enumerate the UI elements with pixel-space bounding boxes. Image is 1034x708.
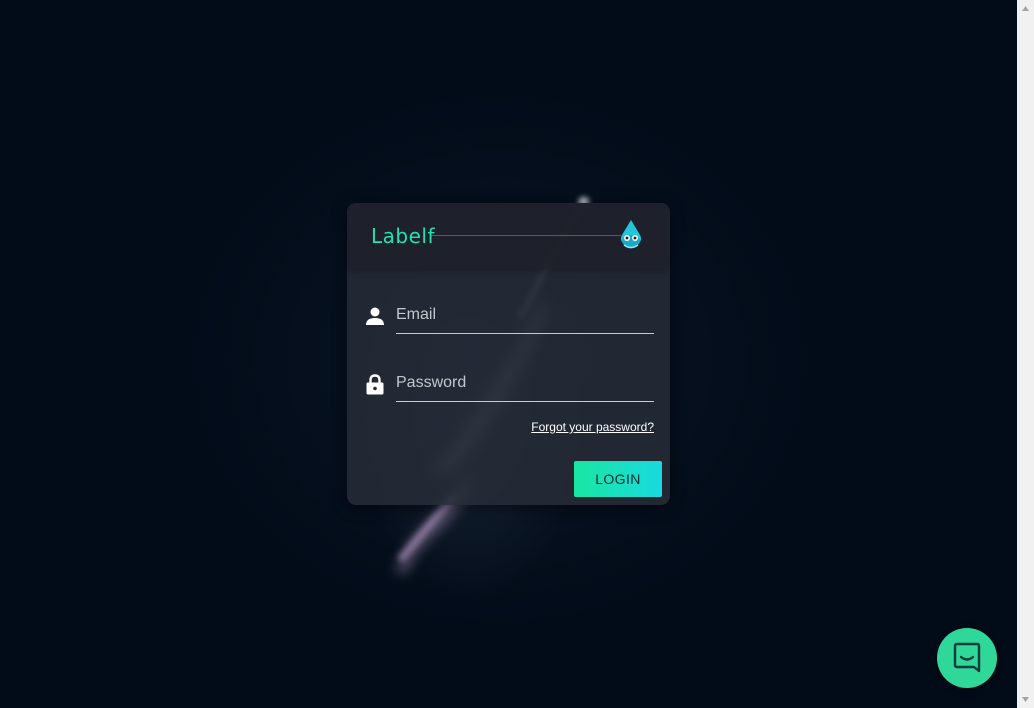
labelf-logo-icon [621,220,641,249]
password-field-group [365,365,655,405]
vertical-scrollbar[interactable] [1017,0,1034,708]
login-card-header: Labelf [347,203,670,269]
login-button[interactable]: LOGIN [574,461,662,497]
password-input[interactable] [396,365,654,402]
forgot-password-link[interactable]: Forgot your password? [531,420,654,434]
person-icon [366,307,384,325]
scroll-up-arrow-icon[interactable] [1017,0,1034,17]
scroll-down-arrow-icon[interactable] [1017,691,1034,708]
email-input[interactable] [396,297,654,334]
chat-widget-button[interactable] [937,628,997,688]
email-field-group [365,297,655,337]
login-card: Labelf Forgot your password? LOGIN [347,203,670,505]
chat-icon [953,642,981,673]
brand-name: Labelf [371,224,435,248]
lock-icon [366,374,384,395]
header-divider [431,235,621,236]
